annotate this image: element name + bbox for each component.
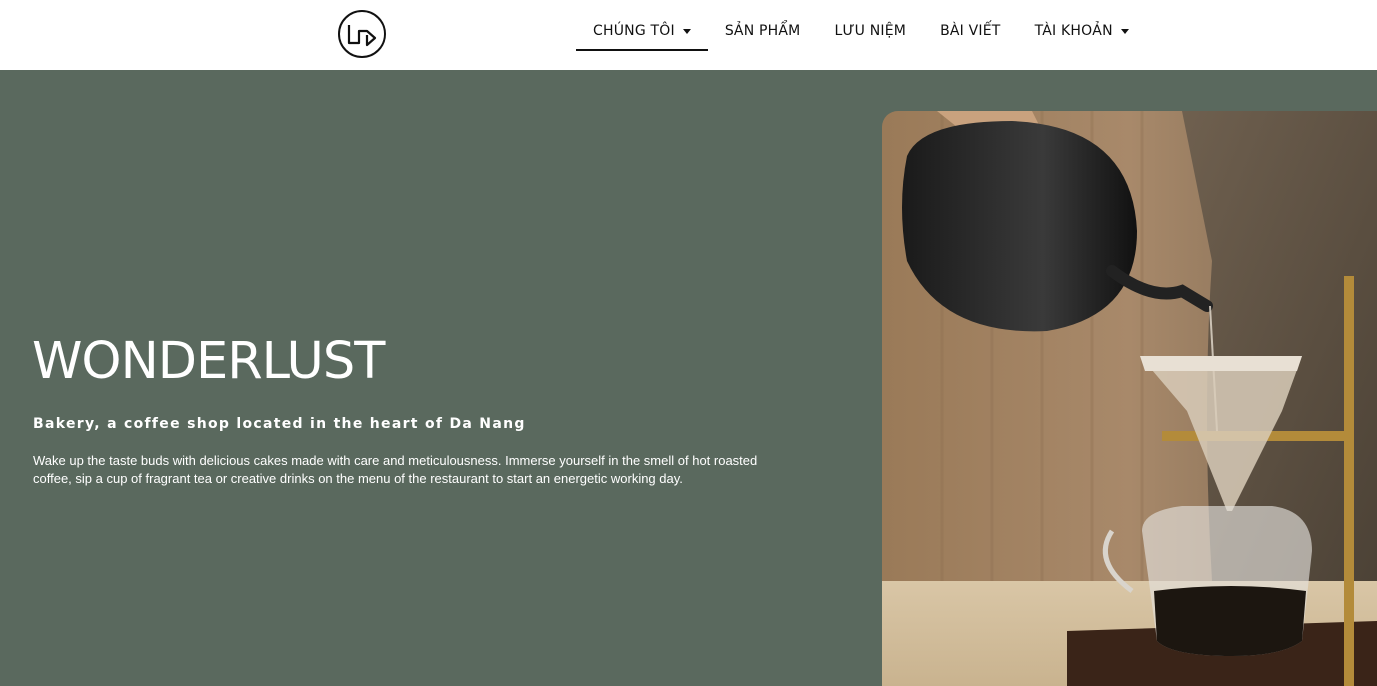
- nav-item-san-pham[interactable]: SẢN PHẨM: [708, 0, 818, 51]
- nav-item-label: LƯU NIỆM: [834, 23, 907, 39]
- nav-item-label: TÀI KHOẢN: [1034, 23, 1113, 39]
- caret-down-icon: [682, 29, 691, 34]
- hero-description: Wake up the taste buds with delicious ca…: [33, 453, 758, 486]
- top-navbar: CHÚNG TÔI SẢN PHẨM LƯU NIỆM BÀI VIẾT TÀI…: [0, 0, 1377, 70]
- pour-over-coffee-photo: [882, 111, 1377, 686]
- nav-item-luu-niem[interactable]: LƯU NIỆM: [817, 0, 923, 51]
- hero-subtitle: Bakery, a coffee shop located in the hea…: [33, 416, 526, 432]
- nav-item-bai-viet[interactable]: BÀI VIẾT: [923, 0, 1017, 51]
- main-nav: CHÚNG TÔI SẢN PHẨM LƯU NIỆM BÀI VIẾT TÀI…: [576, 0, 1146, 70]
- nav-item-label: CHÚNG TÔI: [593, 23, 675, 39]
- nav-item-tai-khoan[interactable]: TÀI KHOẢN: [1018, 0, 1146, 51]
- nav-item-label: SẢN PHẨM: [724, 23, 801, 39]
- brand-logo-icon[interactable]: [337, 9, 387, 59]
- nav-item-label: BÀI VIẾT: [940, 23, 1001, 39]
- nav-item-chung-toi[interactable]: CHÚNG TÔI: [576, 0, 708, 51]
- hero-title: WONDERLUST: [32, 332, 385, 391]
- hero-section: WONDERLUST Bakery, a coffee shop located…: [0, 70, 1377, 686]
- caret-down-icon: [1120, 29, 1129, 34]
